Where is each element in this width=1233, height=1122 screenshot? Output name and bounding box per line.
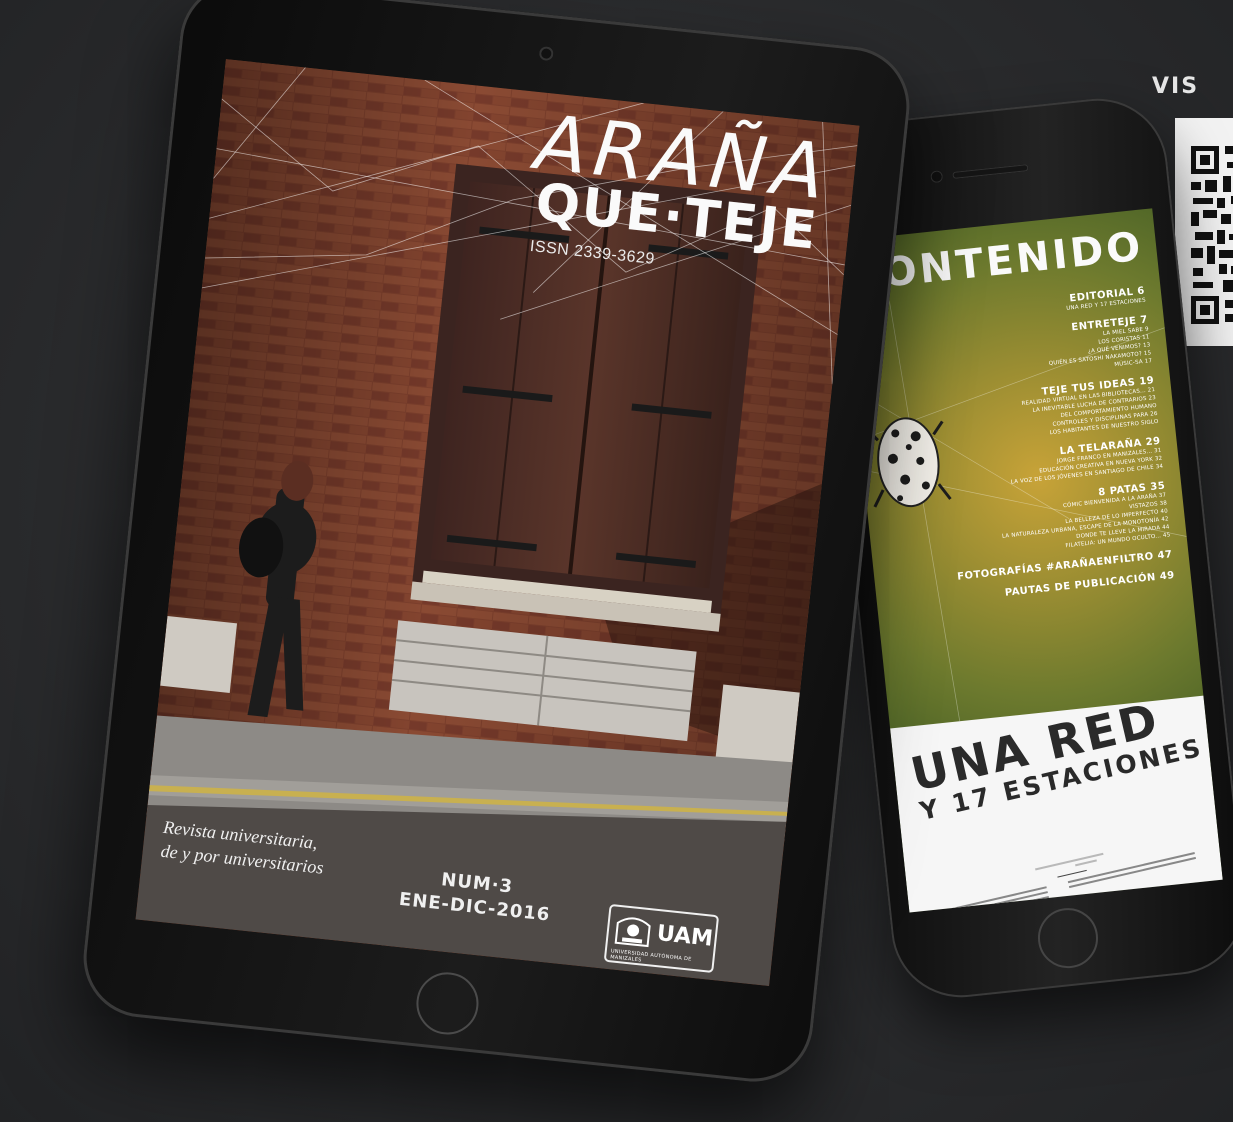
uam-logo: UAM UNIVERSIDAD AUTÓNOMA DE MANIZALES <box>603 903 720 974</box>
uam-logo-text: UAM <box>655 921 715 952</box>
university-emblem-icon <box>614 917 651 948</box>
article-body-text <box>921 852 1197 913</box>
visit-label: VIS <box>1152 74 1200 99</box>
magazine-cover: ARAÑA QUE·TEJE ISSN 2339-3629 Revista un… <box>135 59 860 986</box>
qr-code-icon <box>1189 140 1233 330</box>
tablet-home-button <box>413 969 482 1038</box>
phone-speaker <box>952 164 1029 179</box>
phone-screen: CONTENIDO EDITORIAL 6 UNA RED Y 17 ESTACI… <box>838 208 1223 913</box>
qr-card <box>1175 118 1233 346</box>
phone-home-button <box>1035 905 1101 972</box>
phone-camera-icon <box>930 170 944 184</box>
article-preview-panel: UNA RED Y 17 ESTACIONES <box>890 692 1223 913</box>
tablet-camera-icon <box>538 45 554 62</box>
product-mockup-scene: VIS CONTENIDO EDITORIAL 6 UNA RED Y 17 E… <box>0 0 1233 1122</box>
tablet: ARAÑA QUE·TEJE ISSN 2339-3629 Revista un… <box>77 0 916 1088</box>
